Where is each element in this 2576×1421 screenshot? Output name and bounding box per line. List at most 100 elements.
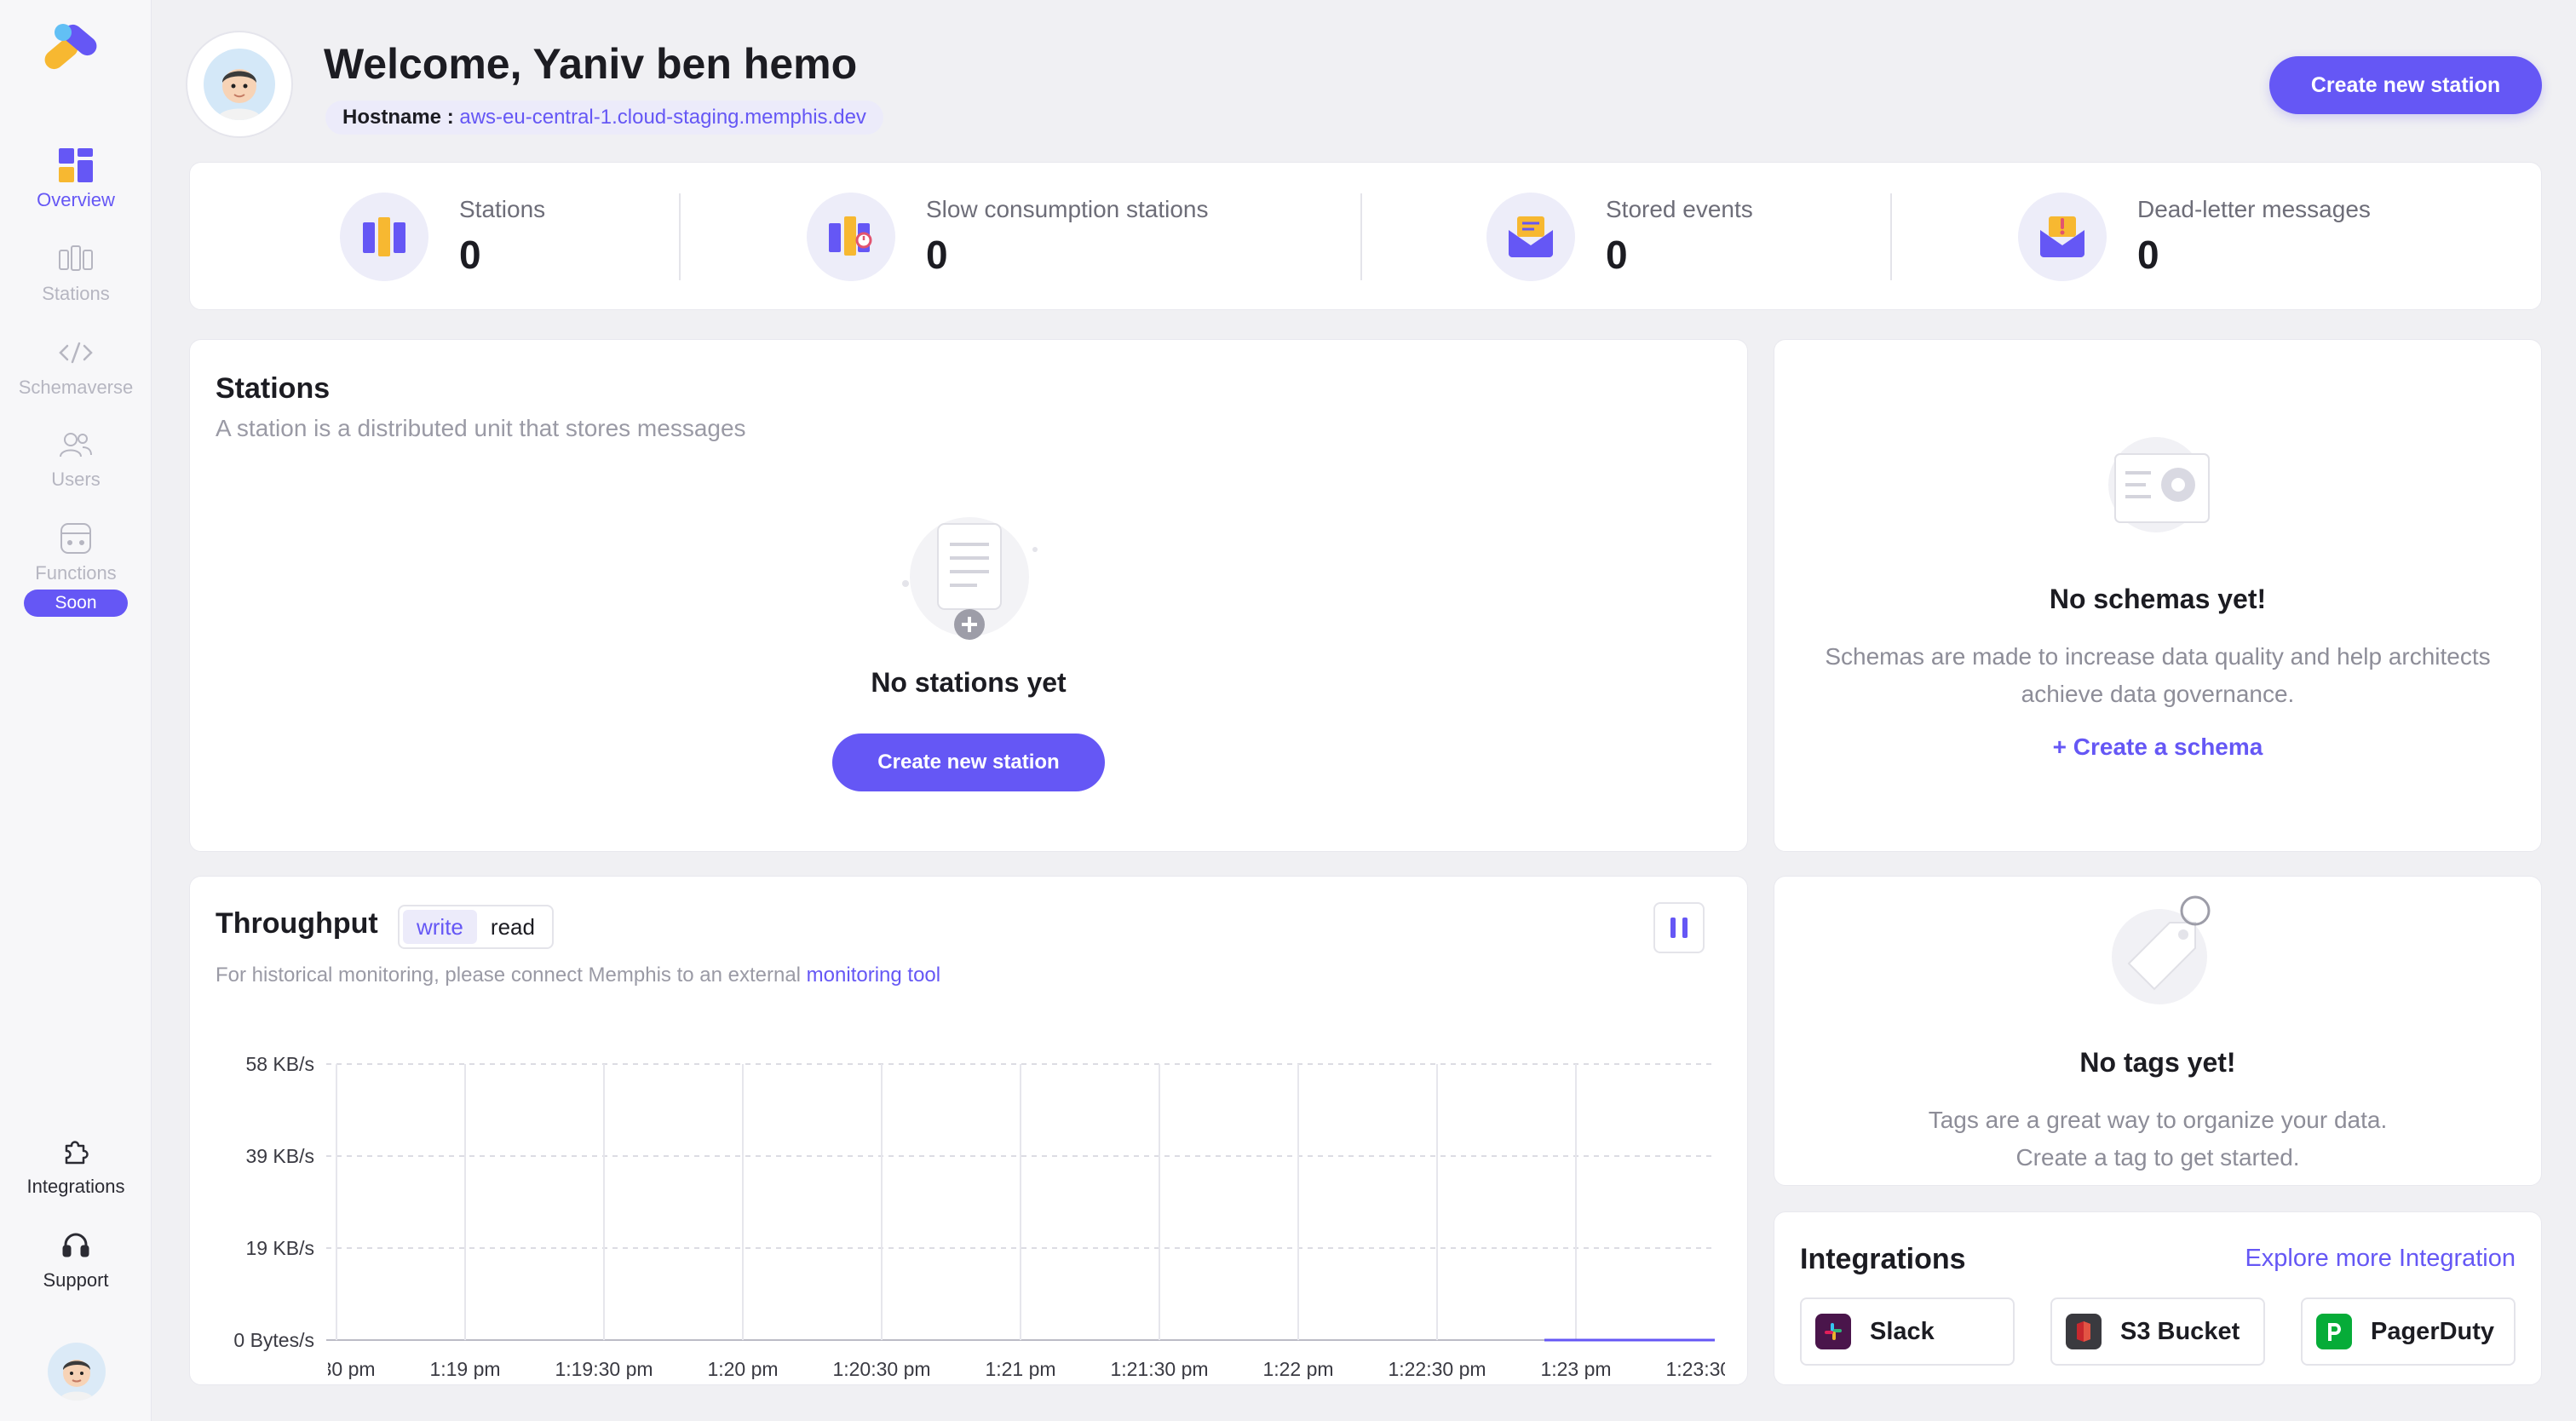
stat-value: 0 — [1606, 233, 1628, 277]
stat-label: Stored events — [1606, 196, 1753, 222]
explore-integrations-link[interactable]: Explore more Integration — [2245, 1245, 2516, 1273]
sidebar-item-stations[interactable]: Stations — [0, 240, 152, 305]
integration-label: Slack — [1870, 1317, 1935, 1345]
users-icon — [57, 426, 95, 463]
sidebar-item-integrations[interactable]: Integrations — [0, 1133, 152, 1198]
y-tick-label: 0 Bytes/s — [233, 1329, 314, 1351]
puzzle-icon — [57, 1133, 95, 1171]
throughput-panel: Throughput write read For historical mon… — [189, 876, 1748, 1385]
functions-icon — [57, 520, 95, 557]
stations-icon — [57, 240, 95, 278]
page-title: Welcome, Yaniv ben hemo — [324, 40, 858, 88]
sidebar-item-overview[interactable]: Overview — [0, 147, 152, 211]
x-tick-label: 1:23 pm — [1540, 1358, 1611, 1379]
create-station-button[interactable]: Create new station — [2269, 56, 2542, 114]
stat-label: Slow consumption stations — [926, 196, 1209, 222]
stat-label: Dead-letter messages — [2137, 196, 2371, 222]
pause-button[interactable] — [1653, 902, 1705, 953]
sidebar-item-label: Integrations — [26, 1176, 125, 1197]
x-tick-label: 1:21 pm — [985, 1358, 1055, 1379]
hostname-value: aws-eu-central-1.cloud-staging.memphis.d… — [459, 106, 866, 129]
historical-note: For historical monitoring, please connec… — [216, 964, 940, 987]
integrations-title: Integrations — [1800, 1243, 1966, 1275]
divider — [1890, 193, 1892, 280]
monitoring-tool-link[interactable]: monitoring tool — [807, 964, 940, 987]
sidebar-item-label: Users — [51, 469, 101, 490]
schemas-description-line: achieve data governance. — [2021, 681, 2295, 707]
profile-avatar — [186, 31, 293, 138]
stations-panel: Stations A station is a distributed unit… — [189, 339, 1748, 852]
schemas-description: Schemas are made to increase data qualit… — [1774, 638, 2541, 713]
divider — [1360, 193, 1362, 280]
sidebar-item-label: Stations — [42, 283, 110, 304]
schemas-description-line: Schemas are made to increase data qualit… — [1825, 643, 2491, 670]
integration-slack[interactable]: Slack — [1800, 1297, 2015, 1366]
tags-description-line: Create a tag to get started. — [2015, 1144, 2300, 1171]
user-avatar[interactable] — [48, 1343, 106, 1401]
tags-description: Tags are a great way to organize your da… — [1774, 1102, 2541, 1176]
x-tick-label: 1:20:30 pm — [832, 1358, 930, 1379]
sidebar-item-users[interactable]: Users — [0, 426, 152, 491]
historical-note-text: For historical monitoring, please connec… — [216, 964, 801, 987]
sidebar-item-schemaverse[interactable]: Schemaverse — [0, 334, 152, 399]
stat-stored-events: Stored events 0 — [1486, 163, 1753, 311]
x-tick-label: 1:22 pm — [1262, 1358, 1333, 1379]
headset-icon — [57, 1227, 95, 1264]
x-tick-label: 1:23:30 pm — [1665, 1358, 1749, 1379]
divider — [679, 193, 681, 280]
create-schema-link[interactable]: + Create a schema — [1774, 734, 2541, 761]
no-tags-title: No tags yet! — [2079, 1047, 2236, 1078]
soon-badge: Soon — [24, 590, 128, 617]
throughput-chart: 58 KB/s 39 KB/s 19 KB/s 0 Bytes/s 1:18:30 p… — [233, 1053, 1749, 1379]
tab-read[interactable]: read — [477, 910, 549, 944]
s3-bucket-icon — [2066, 1314, 2102, 1349]
integrations-panel: Integrations Explore more Integration Sl… — [1774, 1211, 2542, 1385]
overview-icon — [57, 147, 95, 184]
stored-events-icon — [1486, 193, 1575, 281]
create-station-button[interactable]: Create new station — [832, 734, 1105, 791]
stat-stations: Stations 0 — [340, 163, 545, 311]
y-tick-label: 39 KB/s — [245, 1145, 314, 1167]
stations-subtitle: A station is a distributed unit that sto… — [216, 415, 746, 441]
sidebar-item-label: Schemaverse — [18, 377, 134, 398]
no-schemas-title: No schemas yet! — [2049, 584, 2267, 614]
integration-label: PagerDuty — [2371, 1317, 2495, 1345]
pagerduty-icon — [2316, 1314, 2352, 1349]
integration-label: S3 Bucket — [2120, 1317, 2240, 1345]
throughput-toggle: write read — [398, 905, 554, 949]
integration-pagerduty[interactable]: PagerDuty — [2301, 1297, 2516, 1366]
no-stations-title: No stations yet — [871, 667, 1067, 698]
sidebar-item-functions[interactable]: Functions Soon — [0, 520, 152, 617]
slack-icon — [1815, 1314, 1851, 1349]
x-tick-label: 1:22:30 pm — [1388, 1358, 1486, 1379]
stat-slow-consumption: Slow consumption stations 0 — [807, 163, 1209, 311]
empty-stations-illustration — [902, 517, 1038, 640]
tab-write[interactable]: write — [403, 910, 477, 944]
sidebar: Overview Stations Schemaverse Users Func… — [0, 0, 152, 1421]
sidebar-item-label: Overview — [37, 189, 115, 210]
sidebar-item-label: Functions — [35, 562, 117, 584]
empty-schemas-illustration — [2108, 437, 2210, 532]
stations-stat-icon — [340, 193, 428, 281]
throughput-title: Throughput — [216, 907, 378, 940]
memphis-logo[interactable] — [37, 15, 114, 75]
stat-label: Stations — [459, 196, 546, 222]
hostname-badge: Hostname : aws-eu-central-1.cloud-stagin… — [325, 101, 883, 135]
code-icon — [57, 334, 95, 371]
stats-bar: Stations 0 Slow consumption stations 0 S… — [189, 162, 2542, 310]
x-tick-label: 1:18:30 pm — [277, 1358, 375, 1379]
integration-s3-bucket[interactable]: S3 Bucket — [2050, 1297, 2265, 1366]
sidebar-item-label: Support — [43, 1269, 109, 1291]
x-tick-label: 1:19:30 pm — [555, 1358, 653, 1379]
x-tick-label: 1:21:30 pm — [1110, 1358, 1208, 1379]
tags-panel: No tags yet! Tags are a great way to org… — [1774, 876, 2542, 1186]
x-tick-label: 1:19 pm — [429, 1358, 500, 1379]
stat-value: 0 — [459, 233, 481, 277]
sidebar-item-support[interactable]: Support — [0, 1227, 152, 1292]
hostname-label: Hostname : — [342, 106, 454, 129]
stat-dead-letter: Dead-letter messages 0 — [2018, 163, 2371, 311]
empty-tags-illustration — [2112, 895, 2211, 1004]
y-tick-label: 19 KB/s — [245, 1237, 314, 1259]
stations-title: Stations — [216, 372, 331, 405]
stat-value: 0 — [2137, 233, 2159, 277]
